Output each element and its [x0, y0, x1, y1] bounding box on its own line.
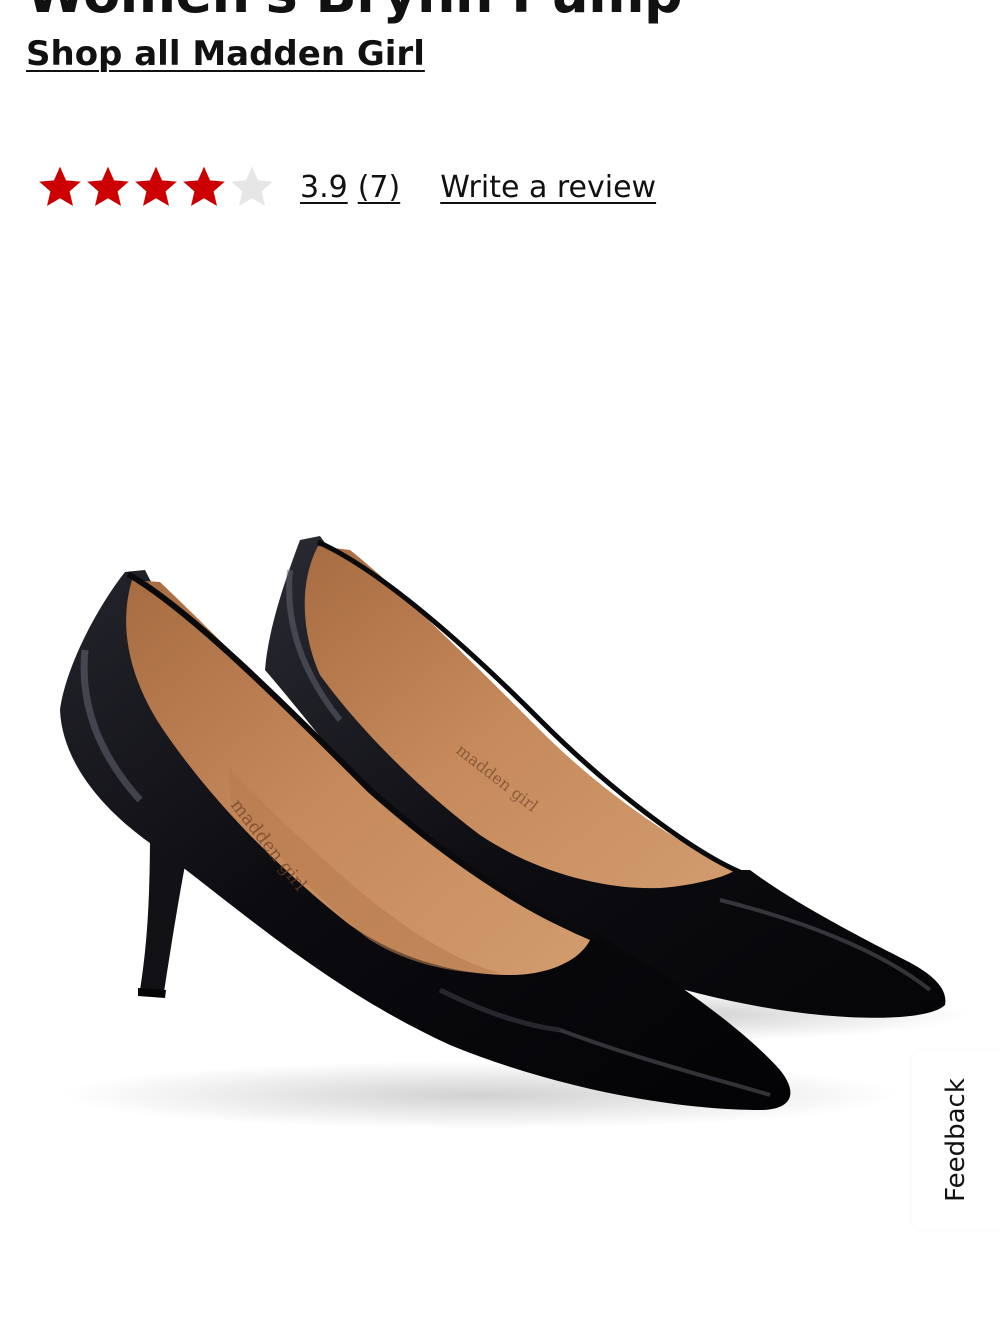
feedback-label: Feedback	[941, 1078, 971, 1202]
star-icon	[39, 166, 81, 206]
rating-row: 3.9 (7) Write a review	[36, 160, 656, 214]
rating-value: 3.9	[300, 169, 348, 205]
write-review-link[interactable]: Write a review	[440, 170, 656, 205]
rating-summary-link[interactable]: 3.9 (7)	[300, 170, 400, 205]
product-title: Women's Brynn Pump	[26, 0, 683, 25]
feedback-tab[interactable]: Feedback	[912, 1050, 1000, 1230]
star-icon	[87, 166, 129, 206]
star-icon	[135, 166, 177, 206]
star-icon	[183, 166, 225, 206]
rating-stars	[36, 160, 276, 214]
review-count: (7)	[357, 169, 401, 205]
star-icon	[231, 166, 273, 206]
product-image[interactable]: madden girl madden girl	[0, 470, 1000, 1190]
shop-brand-link[interactable]: Shop all Madden Girl	[26, 34, 425, 74]
